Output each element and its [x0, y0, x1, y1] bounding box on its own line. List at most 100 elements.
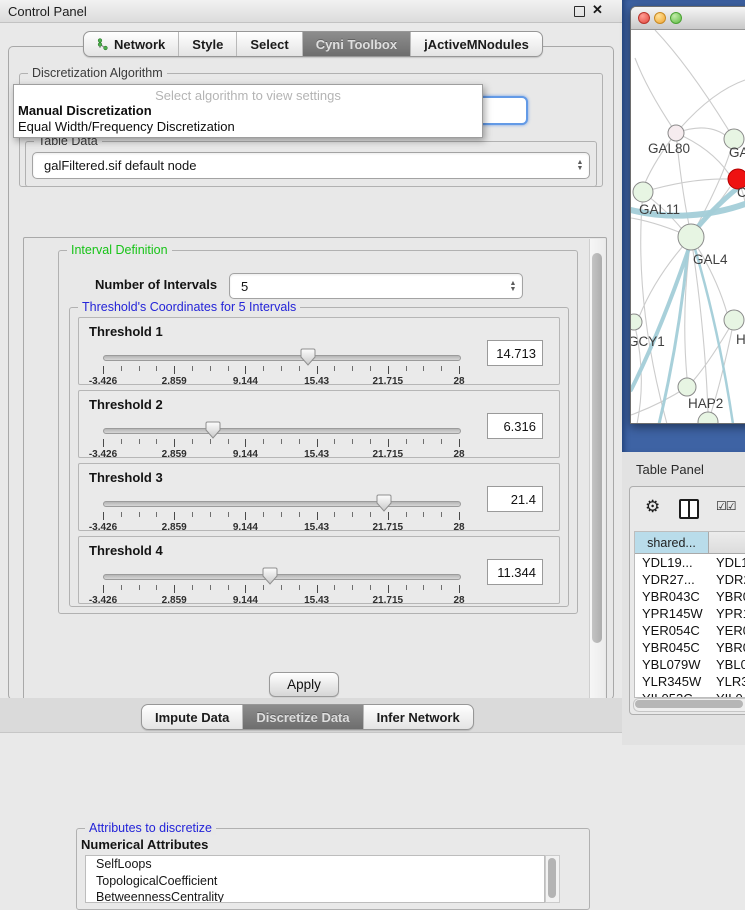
- attribute-list-item[interactable]: TopologicalCoefficient: [86, 873, 544, 890]
- network-node-gcy1[interactable]: [631, 314, 642, 330]
- slider-track[interactable]: [103, 428, 461, 434]
- apply-button[interactable]: Apply: [269, 672, 339, 697]
- tick-mark: [210, 512, 211, 517]
- threshold-slider[interactable]: -3.4262.8599.14415.4321.71528: [103, 419, 459, 455]
- table-data-combo[interactable]: galFiltered.sif default node ▲▼: [32, 152, 590, 179]
- threshold-value-field[interactable]: 11.344: [487, 559, 543, 585]
- tick-mark: [441, 585, 442, 590]
- settings-vertical-scrollbar[interactable]: [589, 239, 605, 709]
- table-cell: YLR3: [709, 673, 745, 690]
- window-minimize-icon[interactable]: [654, 12, 666, 24]
- network-node-hap2[interactable]: [678, 378, 696, 396]
- tick-mark: [245, 585, 246, 593]
- scrollbar-thumb[interactable]: [592, 253, 602, 643]
- network-node-gal80[interactable]: [668, 125, 684, 141]
- table-row[interactable]: YBR045CYBR0: [635, 639, 745, 656]
- slider-thumb[interactable]: [262, 567, 278, 585]
- slider-track[interactable]: [103, 355, 461, 361]
- threshold-slider[interactable]: -3.4262.8599.14415.4321.71528: [103, 565, 459, 601]
- node-label: GAL4: [693, 252, 728, 267]
- network-canvas[interactable]: GAL80GACGAL11GAL4GCY1HHAP2: [631, 30, 745, 424]
- network-edge: [639, 237, 691, 317]
- table-row[interactable]: YBL079WYBL0: [635, 656, 745, 673]
- network-node-gal4[interactable]: [678, 224, 704, 250]
- tab-impute-data[interactable]: Impute Data: [142, 705, 243, 729]
- table-row[interactable]: YBR043CYBR0: [635, 588, 745, 605]
- tab-infer-network[interactable]: Infer Network: [364, 705, 473, 729]
- tab-select[interactable]: Select: [237, 32, 302, 56]
- threshold-value-field[interactable]: 21.4: [487, 486, 543, 512]
- node-label: C: [737, 185, 745, 200]
- tick-mark: [441, 512, 442, 517]
- tick-label: 28: [453, 595, 464, 606]
- table-horizontal-scrollbar[interactable]: [633, 698, 745, 712]
- tick-mark: [317, 512, 318, 520]
- numerical-attributes-label: Numerical Attributes: [81, 837, 208, 852]
- tick-mark: [174, 512, 175, 520]
- tick-label: 2.859: [162, 449, 187, 460]
- tick-mark: [121, 512, 122, 517]
- scrollbar-thumb[interactable]: [635, 700, 743, 708]
- threshold-value-field[interactable]: 6.316: [487, 413, 543, 439]
- threshold-slider[interactable]: -3.4262.8599.14415.4321.71528: [103, 346, 459, 382]
- dropdown-option-manual-discretization[interactable]: Manual Discretization: [14, 103, 482, 119]
- column-header-na-[interactable]: na...: [709, 532, 745, 553]
- window-close-icon[interactable]: [638, 12, 650, 24]
- dropdown-option-equal-width-frequency-discretization[interactable]: Equal Width/Frequency Discretization: [14, 119, 482, 135]
- float-window-icon[interactable]: [574, 6, 585, 17]
- tick-mark: [334, 439, 335, 444]
- tab-jactivemnodules[interactable]: jActiveMNodules: [411, 32, 542, 56]
- table-row[interactable]: YIL052CYIL0: [635, 690, 745, 698]
- table-row[interactable]: YDR27...YDR2: [635, 571, 745, 588]
- tick-label: 15.43: [304, 522, 329, 533]
- columns-icon[interactable]: [679, 499, 699, 519]
- network-node-gal11[interactable]: [633, 182, 653, 202]
- slider-thumb[interactable]: [205, 421, 221, 439]
- threshold-value-field[interactable]: 14.713: [487, 340, 543, 366]
- tab-style[interactable]: Style: [179, 32, 237, 56]
- tick-mark: [334, 366, 335, 371]
- threshold-slider[interactable]: -3.4262.8599.14415.4321.71528: [103, 492, 459, 528]
- slider-thumb[interactable]: [376, 494, 392, 512]
- number-of-intervals-combo[interactable]: 5 ▲▼: [229, 273, 523, 299]
- tick-mark: [103, 439, 104, 447]
- threshold-row: Threshold 3 -3.4262.8599.14415.4321.71528…: [78, 463, 560, 531]
- tab-network[interactable]: Network: [84, 32, 179, 56]
- tab-label: Style: [192, 37, 223, 52]
- select-columns-icon[interactable]: ☑☑: [716, 499, 736, 513]
- tick-mark: [441, 439, 442, 444]
- panel-title: Control Panel: [8, 4, 87, 19]
- tick-mark: [263, 512, 264, 517]
- network-node[interactable]: [698, 412, 718, 424]
- network-node-h[interactable]: [724, 310, 744, 330]
- tab-cyni-toolbox[interactable]: Cyni Toolbox: [303, 32, 411, 56]
- scrollbar-thumb[interactable]: [548, 858, 556, 898]
- numerical-attributes-list[interactable]: SelfLoopsTopologicalCoefficientBetweenne…: [85, 855, 545, 903]
- threshold-label: Threshold 3: [89, 470, 163, 485]
- tick-mark: [245, 512, 246, 520]
- threshold-row: Threshold 2-3.4262.8599.14415.4321.71528…: [78, 390, 560, 458]
- table-row[interactable]: YDL19...YDL1: [635, 554, 745, 571]
- window-zoom-icon[interactable]: [670, 12, 682, 24]
- attribute-list-item[interactable]: BetweennessCentrality: [86, 889, 544, 903]
- column-header-shared-[interactable]: shared...: [635, 532, 709, 553]
- attribute-list-item[interactable]: SelfLoops: [86, 856, 544, 873]
- tick-mark: [370, 439, 371, 444]
- tick-mark: [423, 366, 424, 371]
- slider-track[interactable]: [103, 501, 461, 507]
- slider-thumb[interactable]: [300, 348, 316, 366]
- slider-track[interactable]: [103, 574, 461, 580]
- close-icon[interactable]: ✕: [592, 2, 603, 18]
- node-label: GAL11: [639, 202, 680, 217]
- network-window-titlebar[interactable]: [631, 7, 745, 30]
- table-row[interactable]: YPR145WYPR1: [635, 605, 745, 622]
- tab-discretize-data[interactable]: Discretize Data: [243, 705, 363, 729]
- table-row[interactable]: YER054CYER0: [635, 622, 745, 639]
- table-cell: YPR145W: [635, 605, 709, 622]
- table-row[interactable]: YLR345WYLR3: [635, 673, 745, 690]
- top-tab-bar: Network Style SelectCyni ToolboxjActiveMNo…: [83, 31, 543, 57]
- attributes-list-scrollbar[interactable]: [545, 855, 560, 903]
- gear-icon[interactable]: ⚙: [645, 498, 660, 515]
- tick-mark: [317, 439, 318, 447]
- number-of-intervals-value: 5: [230, 279, 504, 294]
